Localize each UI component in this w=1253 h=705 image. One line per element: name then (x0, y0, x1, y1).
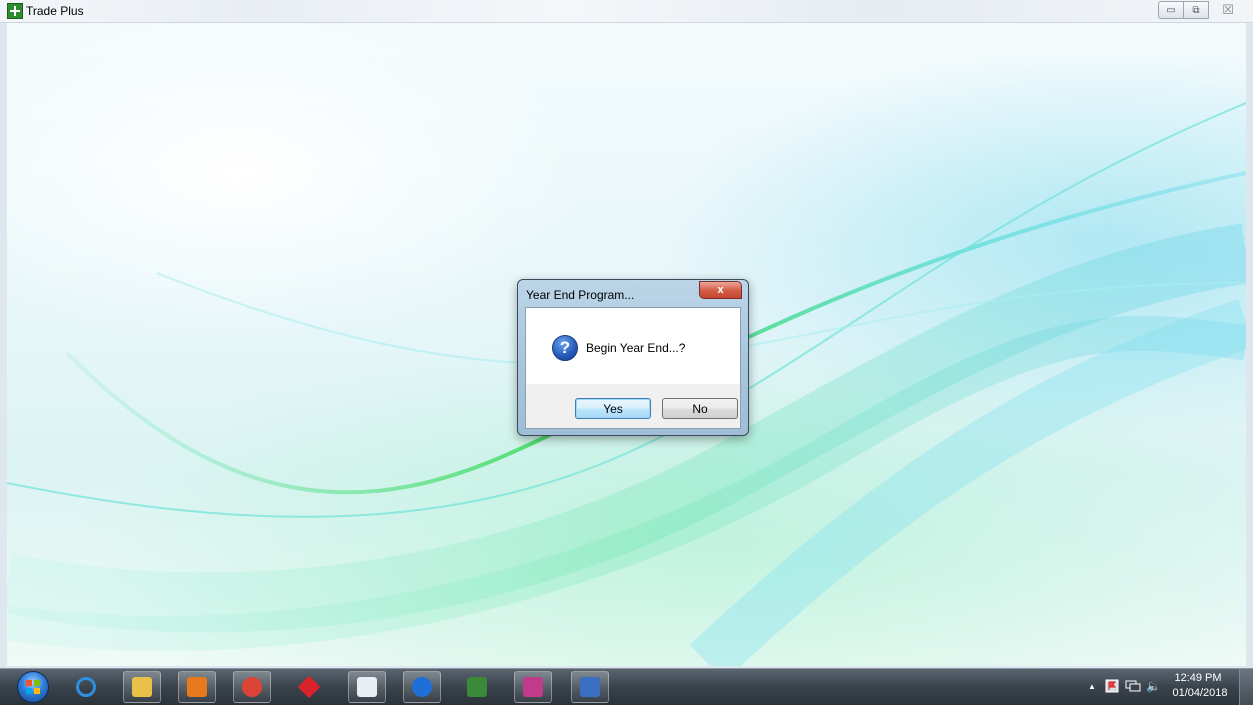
no-button[interactable]: No (662, 398, 738, 419)
system-tray: ▲ 🔈 12:49 PM 01/04/2018 (1053, 669, 1253, 705)
clock-time[interactable]: 12:49 PM (1170, 672, 1226, 684)
year-end-dialog: Year End Program... x ? Begin Year End..… (517, 279, 749, 436)
dialog-body: ? Begin Year End...? Yes No (525, 307, 741, 429)
action-center-icon[interactable] (1105, 679, 1119, 696)
show-hidden-icons-button[interactable]: ▲ (1088, 682, 1096, 691)
taskbar-button-internet-explorer[interactable] (67, 671, 105, 703)
trade-plus-app-icon[interactable] (7, 3, 23, 19)
taskbar-button-paint-app[interactable] (514, 671, 552, 703)
dialog-message: Begin Year End...? (586, 341, 686, 355)
taskbar-button-teamviewer[interactable] (403, 671, 441, 703)
taskbar-button-media-player[interactable] (178, 671, 216, 703)
taskbar-button-file-explorer[interactable] (123, 671, 161, 703)
clock-date[interactable]: 01/04/2018 (1170, 687, 1230, 699)
window-controls: ▭ ⧉ ☒ (1158, 1, 1243, 19)
taskbar: ▲ 🔈 12:49 PM 01/04/2018 (0, 668, 1253, 705)
app-title: Trade Plus (26, 4, 84, 18)
taskbar-button-remote-desktop[interactable] (571, 671, 609, 703)
dialog-close-button[interactable]: x (699, 281, 742, 299)
taskbar-button-chrome[interactable] (233, 671, 271, 703)
taskbar-button-window-app[interactable] (348, 671, 386, 703)
yes-button[interactable]: Yes (575, 398, 651, 419)
dialog-title: Year End Program... (526, 288, 635, 302)
paint-app-icon (523, 677, 543, 697)
network-icon[interactable] (1125, 679, 1141, 696)
red-diamond-app-icon (297, 675, 321, 699)
dialog-footer: Yes No (526, 384, 740, 428)
volume-icon[interactable]: 🔈 (1146, 679, 1161, 693)
restore-button[interactable]: ⧉ (1183, 1, 1209, 19)
taskbar-button-red-diamond-app[interactable] (290, 671, 328, 703)
spreadsheet-app-icon (467, 677, 487, 697)
window-app-icon (357, 677, 377, 697)
close-window-button[interactable]: ☒ (1213, 1, 1243, 19)
show-desktop-button[interactable] (1239, 669, 1253, 705)
teamviewer-icon (412, 677, 432, 697)
question-icon: ? (552, 335, 578, 361)
chrome-icon (242, 677, 262, 697)
internet-explorer-icon (76, 677, 96, 697)
taskbar-button-spreadsheet-app[interactable] (458, 671, 496, 703)
media-player-icon (187, 677, 207, 697)
dialog-content: ? Begin Year End...? (526, 308, 740, 384)
start-button[interactable] (17, 671, 49, 703)
app-titlebar[interactable]: Trade Plus ▭ ⧉ ☒ (0, 0, 1253, 23)
minimize-button[interactable]: ▭ (1158, 1, 1184, 19)
remote-desktop-icon (580, 677, 600, 697)
file-explorer-icon (132, 677, 152, 697)
